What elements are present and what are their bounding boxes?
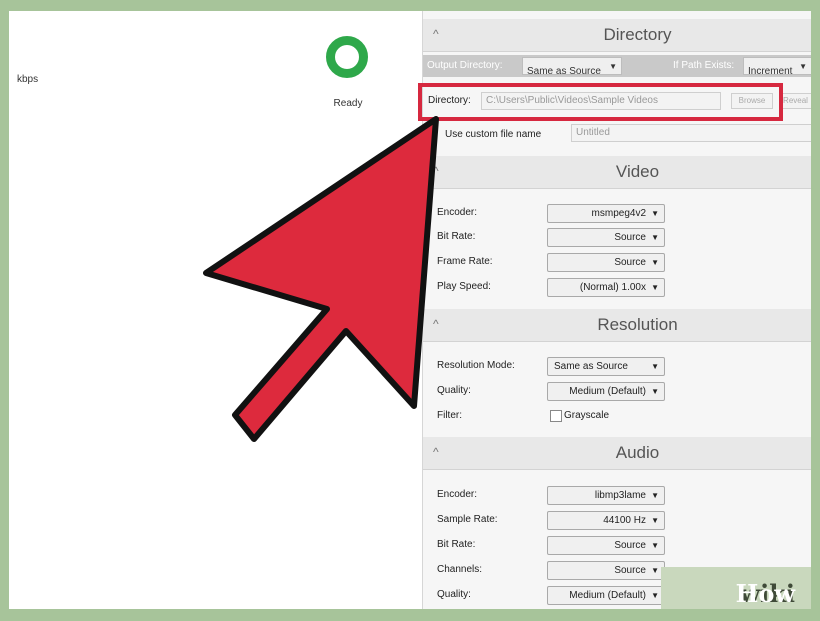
red-pointer-arrow-icon (203, 116, 439, 442)
app-window: kbps Ready ^ Directory Output Directory:… (9, 11, 811, 609)
wikihow-watermark: wiki How (661, 567, 811, 609)
